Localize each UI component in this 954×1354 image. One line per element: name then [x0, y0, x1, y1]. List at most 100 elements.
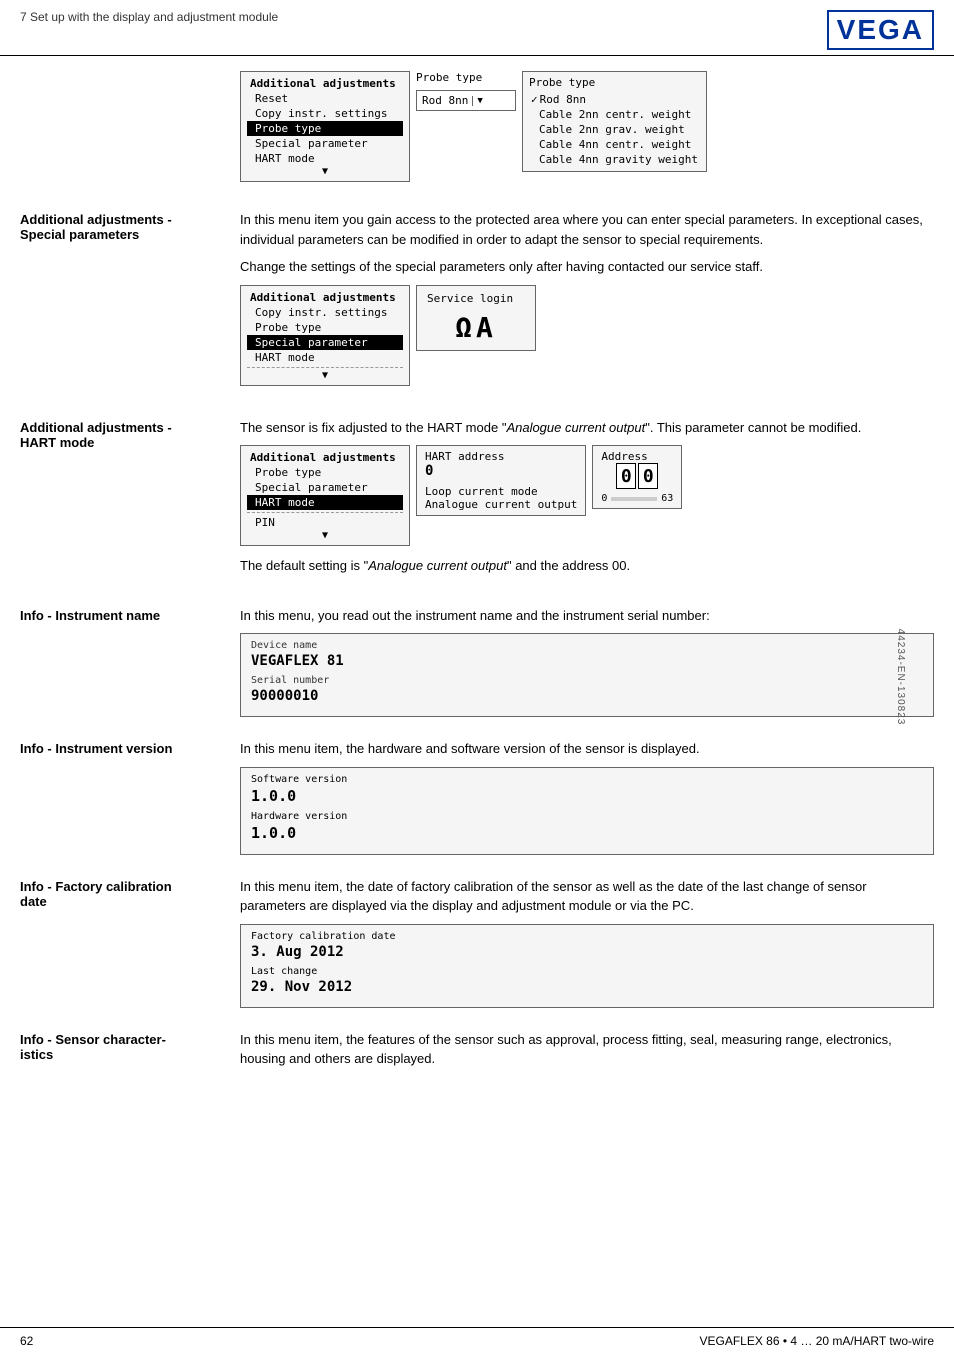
service-login-label: Service login: [427, 292, 525, 305]
sensor-char-label: Info - Sensor character- istics: [20, 1030, 240, 1062]
menu-arrow-down: ▼: [247, 166, 403, 177]
dropdown-arrow: ▼: [472, 96, 482, 106]
option-rod[interactable]: Rod 8nn: [529, 92, 700, 107]
cal-change-value: 29. Nov 2012: [251, 979, 923, 995]
special-params-label: Additional adjustments - Special paramet…: [20, 210, 240, 242]
hart-address-box: HART address 0 Loop current mode Analogu…: [416, 445, 586, 516]
device-name-value: VEGAFLEX 81: [251, 653, 923, 669]
instrument-name-p1: In this menu, you read out the instrumen…: [240, 606, 934, 626]
address-digit-1: 0: [638, 463, 658, 489]
service-menu-special[interactable]: Special parameter: [247, 335, 403, 350]
probe-options-title: Probe type: [529, 76, 700, 89]
probe-type-dropdown[interactable]: Rod 8nn ▼: [416, 90, 516, 111]
special-params-label-line2: Special parameters: [20, 227, 225, 242]
hart-loop-label: Loop current mode: [425, 485, 577, 498]
service-menu-arrow: ▼: [247, 370, 403, 381]
probe-type-ui-group: Additional adjustments Reset Copy instr.…: [240, 71, 934, 182]
special-params-body: In this menu item you gain access to the…: [240, 210, 934, 396]
hart-menu-hart[interactable]: HART mode: [247, 495, 403, 510]
instrument-version-section: Info - Instrument version In this menu i…: [20, 739, 934, 855]
service-menu-copy[interactable]: Copy instr. settings: [247, 305, 403, 320]
special-params-label-line1: Additional adjustments -: [20, 212, 225, 227]
instrument-version-body: In this menu item, the hardware and soft…: [240, 739, 934, 855]
side-doc-number: 44234-EN-130823: [895, 629, 906, 726]
address-digits: 0 0: [601, 463, 673, 489]
address-title: Address: [601, 450, 673, 463]
address-digit-0: 0: [616, 463, 636, 489]
menu-item-special[interactable]: Special parameter: [247, 136, 403, 151]
hart-mode-label: Additional adjustments - HART mode: [20, 418, 240, 450]
hart-analog-label: Analogue current output: [425, 498, 577, 511]
hart-menu-title: Additional adjustments: [247, 450, 403, 465]
special-params-p1: In this menu item you gain access to the…: [240, 210, 934, 249]
cal-change-label: Last change: [251, 966, 923, 977]
instrument-name-body: In this menu, you read out the instrumen…: [240, 606, 934, 718]
slider-max: 63: [661, 493, 673, 504]
instrument-version-label: Info - Instrument version: [20, 739, 240, 756]
hw-value: 1.0.0: [251, 824, 923, 842]
special-params-section: Additional adjustments - Special paramet…: [20, 210, 934, 396]
service-login-box: Service login ΩA: [416, 285, 536, 351]
factory-cal-label-line2: date: [20, 894, 225, 909]
option-cable4-grav[interactable]: Cable 4nn gravity weight: [529, 152, 700, 167]
address-slider[interactable]: 0 63: [601, 493, 673, 504]
hart-label-line1: Additional adjustments -: [20, 420, 225, 435]
menu-item-hart[interactable]: HART mode: [247, 151, 403, 166]
probe-type-menu-box: Additional adjustments Reset Copy instr.…: [240, 71, 410, 182]
menu-item-probe[interactable]: Probe type: [247, 121, 403, 136]
hart-menu-pin[interactable]: PIN: [247, 515, 403, 530]
instrument-version-p1: In this menu item, the hardware and soft…: [240, 739, 934, 759]
hart-menu-divider: [247, 512, 403, 513]
hart-menu-special[interactable]: Special parameter: [247, 480, 403, 495]
factory-cal-label-line1: Info - Factory calibration: [20, 879, 225, 894]
hart-menu-box: Additional adjustments Probe type Specia…: [240, 445, 410, 546]
cal-date-value: 3. Aug 2012: [251, 944, 923, 960]
probe-type-center-label: Probe type: [416, 71, 516, 84]
sensor-char-p1: In this menu item, the features of the s…: [240, 1030, 934, 1069]
factory-cal-section: Info - Factory calibration date In this …: [20, 877, 934, 1008]
sensor-char-label-line1: Info - Sensor character-: [20, 1032, 225, 1047]
probe-type-center: Probe type Rod 8nn ▼: [416, 71, 516, 111]
slider-track[interactable]: [611, 497, 657, 501]
probe-type-options-box: Probe type Rod 8nn Cable 2nn centr. weig…: [522, 71, 707, 172]
factory-cal-label: Info - Factory calibration date: [20, 877, 240, 909]
service-menu-box: Additional adjustments Copy instr. setti…: [240, 285, 410, 386]
dropdown-value: Rod 8nn: [422, 94, 468, 107]
option-cable4-centr[interactable]: Cable 4nn centr. weight: [529, 137, 700, 152]
service-menu-hart[interactable]: HART mode: [247, 350, 403, 365]
service-menu-probe[interactable]: Probe type: [247, 320, 403, 335]
breadcrumb: 7 Set up with the display and adjustment…: [20, 10, 278, 24]
probe-type-label: [20, 71, 240, 73]
hart-menu-probe[interactable]: Probe type: [247, 465, 403, 480]
hart-menu-arrow: ▼: [247, 530, 403, 541]
service-menu-divider: [247, 367, 403, 368]
address-display-box: Address 0 0 0 63: [592, 445, 682, 509]
page-header: 7 Set up with the display and adjustment…: [0, 0, 954, 56]
option-cable-centr[interactable]: Cable 2nn centr. weight: [529, 107, 700, 122]
special-params-p2: Change the settings of the special param…: [240, 257, 934, 277]
serial-value: 90000010: [251, 688, 923, 704]
menu-item-copy[interactable]: Copy instr. settings: [247, 106, 403, 121]
main-content: Additional adjustments Reset Copy instr.…: [0, 56, 954, 1114]
hart-p1: The sensor is fix adjusted to the HART m…: [240, 418, 934, 438]
serial-label: Serial number: [251, 675, 923, 686]
service-login-group: Additional adjustments Copy instr. setti…: [240, 285, 934, 386]
device-box: Device name VEGAFLEX 81 Serial number 90…: [240, 633, 934, 717]
sensor-char-section: Info - Sensor character- istics In this …: [20, 1030, 934, 1077]
hart-addr-val: 0: [425, 463, 577, 479]
hw-label: Hardware version: [251, 811, 923, 822]
hart-addr-label: HART address: [425, 450, 577, 463]
factory-cal-body: In this menu item, the date of factory c…: [240, 877, 934, 1008]
hart-body: The sensor is fix adjusted to the HART m…: [240, 418, 934, 584]
cal-box: Factory calibration date 3. Aug 2012 Las…: [240, 924, 934, 1008]
probe-type-section: Additional adjustments Reset Copy instr.…: [20, 71, 934, 192]
option-cable-grav[interactable]: Cable 2nn grav. weight: [529, 122, 700, 137]
page-number: 62: [20, 1334, 33, 1348]
sensor-char-body: In this menu item, the features of the s…: [240, 1030, 934, 1077]
sw-value: 1.0.0: [251, 787, 923, 805]
slider-min: 0: [601, 493, 607, 504]
hart-label-line2: HART mode: [20, 435, 225, 450]
sensor-char-label-line2: istics: [20, 1047, 225, 1062]
instrument-name-section: Info - Instrument name In this menu, you…: [20, 606, 934, 718]
menu-item-reset[interactable]: Reset: [247, 91, 403, 106]
